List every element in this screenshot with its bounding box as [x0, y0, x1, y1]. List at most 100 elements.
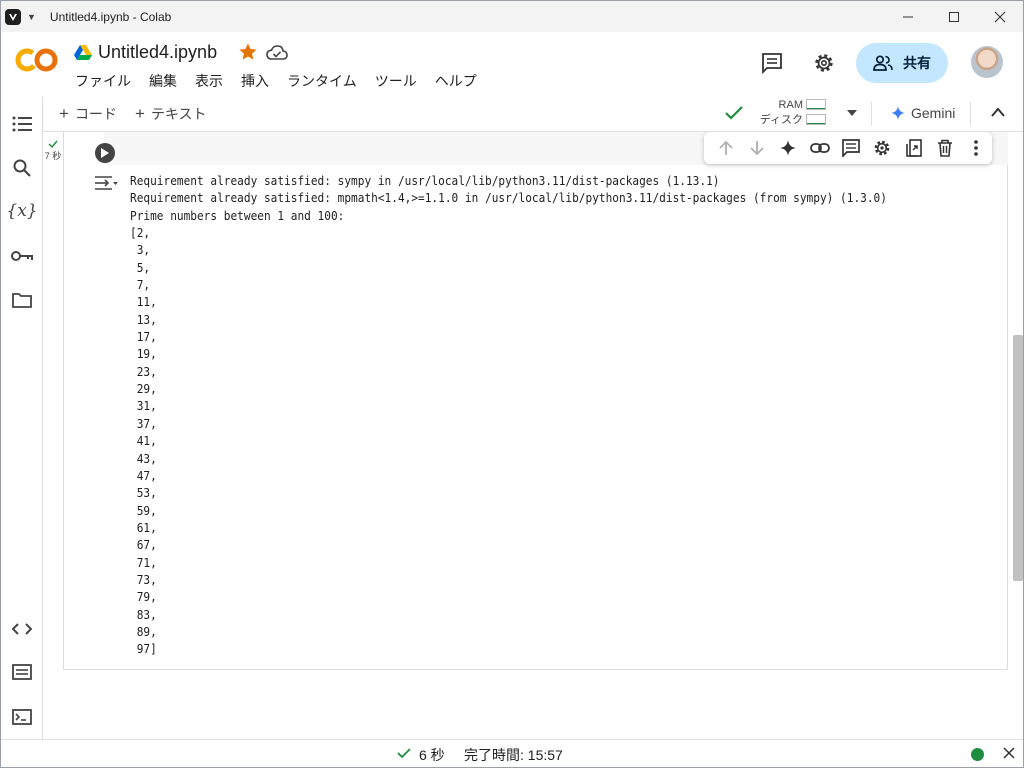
- run-cell-button[interactable]: [95, 143, 115, 163]
- minimize-button[interactable]: [885, 1, 931, 32]
- output-line: 29,: [130, 382, 157, 397]
- add-text-button[interactable]: + テキスト: [135, 104, 207, 124]
- comment-icon[interactable]: [835, 132, 866, 164]
- output-line: 67,: [130, 538, 157, 553]
- menu-tools[interactable]: ツール: [375, 71, 417, 91]
- menu-view[interactable]: 表示: [195, 71, 223, 91]
- output-line: 71,: [130, 555, 157, 570]
- notebook-main: 7 秒 Requirement already satisfied: sympy…: [43, 132, 1012, 739]
- runtime-dropdown-icon[interactable]: [846, 109, 858, 117]
- toc-icon[interactable]: [11, 113, 33, 135]
- output-line: 17,: [130, 330, 157, 345]
- window-menu-caret-icon[interactable]: ▼: [27, 12, 36, 22]
- output-line: Prime numbers between 1 and 100:: [130, 208, 345, 223]
- gemini-sparkle-icon[interactable]: [773, 132, 804, 164]
- window-title: Untitled4.ipynb - Colab: [49, 9, 172, 24]
- menu-file[interactable]: ファイル: [75, 71, 131, 91]
- settings-icon[interactable]: [867, 132, 898, 164]
- output-line: 23,: [130, 364, 157, 379]
- connected-check-icon: [725, 106, 743, 120]
- divider: [871, 102, 872, 126]
- output-line: 89,: [130, 624, 157, 639]
- comment-icon[interactable]: [760, 51, 784, 75]
- output-line: 53,: [130, 486, 157, 501]
- gemini-button[interactable]: Gemini: [891, 105, 955, 121]
- move-up-icon[interactable]: [710, 132, 741, 164]
- output-line: 79,: [130, 590, 157, 605]
- menu-bar: ファイル 編集 表示 挿入 ランタイム ツール ヘルプ: [75, 71, 495, 91]
- output-line: 11,: [130, 295, 157, 310]
- title-bar: ▼ Untitled4.ipynb - Colab: [1, 1, 1023, 32]
- check-icon: [48, 140, 58, 149]
- add-code-button[interactable]: + コード: [59, 104, 117, 124]
- colab-logo-icon[interactable]: [15, 45, 59, 75]
- code-snippets-icon[interactable]: [11, 618, 33, 640]
- code-cell[interactable]: Requirement already satisfied: sympy in …: [63, 132, 1008, 670]
- terminal-icon[interactable]: [11, 706, 33, 728]
- output-line: 59,: [130, 503, 157, 518]
- chevron-up-icon[interactable]: [990, 106, 1006, 118]
- divider: [970, 102, 971, 126]
- notebook-toolbar: + コード + テキスト RAM ディスク Gemini: [43, 96, 1023, 132]
- search-icon[interactable]: [11, 157, 33, 179]
- vertical-scrollbar[interactable]: [1012, 132, 1023, 739]
- variables-icon[interactable]: {x}: [6, 200, 37, 222]
- add-text-label: テキスト: [150, 106, 207, 122]
- run-duration: 6 秒: [419, 747, 445, 763]
- play-icon: [101, 148, 109, 158]
- menu-help[interactable]: ヘルプ: [435, 71, 477, 91]
- left-rail: {x}: [1, 96, 43, 739]
- maximize-button[interactable]: [931, 1, 977, 32]
- resource-monitor[interactable]: RAM ディスク: [755, 98, 803, 128]
- folder-icon[interactable]: [11, 289, 33, 311]
- mirror-cell-icon[interactable]: [898, 132, 929, 164]
- more-vert-icon[interactable]: [961, 132, 992, 164]
- close-window-button[interactable]: [977, 1, 1023, 32]
- secrets-key-icon[interactable]: [11, 245, 33, 267]
- output-line: 47,: [130, 468, 157, 483]
- check-icon: [397, 748, 411, 759]
- command-palette-icon[interactable]: [11, 661, 33, 683]
- delete-icon[interactable]: [929, 132, 960, 164]
- people-icon: [873, 55, 893, 71]
- star-icon[interactable]: [238, 42, 258, 62]
- output-line: Requirement already satisfied: mpmath<1.…: [130, 191, 887, 206]
- link-icon[interactable]: [804, 132, 835, 164]
- google-drive-icon: [74, 45, 92, 60]
- notebook-title[interactable]: Untitled4.ipynb: [98, 42, 217, 63]
- output-line: 97]: [130, 642, 157, 657]
- resource-bars[interactable]: [806, 99, 826, 129]
- disk-label: ディスク: [759, 114, 803, 126]
- output-line: Requirement already satisfied: sympy in …: [130, 174, 720, 188]
- output-actions-icon[interactable]: [94, 175, 118, 191]
- output-line: 13,: [130, 312, 157, 327]
- connection-status-dot[interactable]: [971, 748, 984, 761]
- menu-runtime[interactable]: ランタイム: [287, 71, 357, 91]
- plus-icon: +: [59, 104, 69, 123]
- output-line: 7,: [130, 278, 151, 293]
- gear-icon[interactable]: [812, 51, 836, 75]
- output-line: 37,: [130, 416, 157, 431]
- close-icon[interactable]: [1003, 747, 1015, 759]
- output-line: 41,: [130, 434, 157, 449]
- cloud-saved-icon[interactable]: [266, 44, 288, 62]
- scrollbar-thumb[interactable]: [1013, 335, 1023, 581]
- avatar[interactable]: [971, 46, 1003, 78]
- colab-header: Untitled4.ipynb ファイル 編集 表示 挿入 ランタイム ツール …: [1, 32, 1023, 96]
- cell-toolbar: [704, 132, 992, 164]
- move-down-icon[interactable]: [741, 132, 772, 164]
- browser-window: ▼ Untitled4.ipynb - Colab Untitled4.ipyn…: [0, 0, 1024, 768]
- output-line: 3,: [130, 243, 151, 258]
- menu-insert[interactable]: 挿入: [241, 71, 269, 91]
- status-bar: 6 秒 完了時間: 15:57: [1, 739, 1023, 767]
- output-line: 73,: [130, 572, 157, 587]
- output-line: 61,: [130, 520, 157, 535]
- run-status: 7 秒: [43, 140, 63, 162]
- exec-time: 7 秒: [44, 151, 62, 161]
- code-overflow: [176, 132, 216, 133]
- vivaldi-logo-icon[interactable]: [5, 8, 21, 25]
- share-button[interactable]: 共有: [856, 43, 948, 83]
- ram-label: RAM: [778, 99, 803, 111]
- output-line: 19,: [130, 347, 157, 362]
- menu-edit[interactable]: 編集: [149, 71, 177, 91]
